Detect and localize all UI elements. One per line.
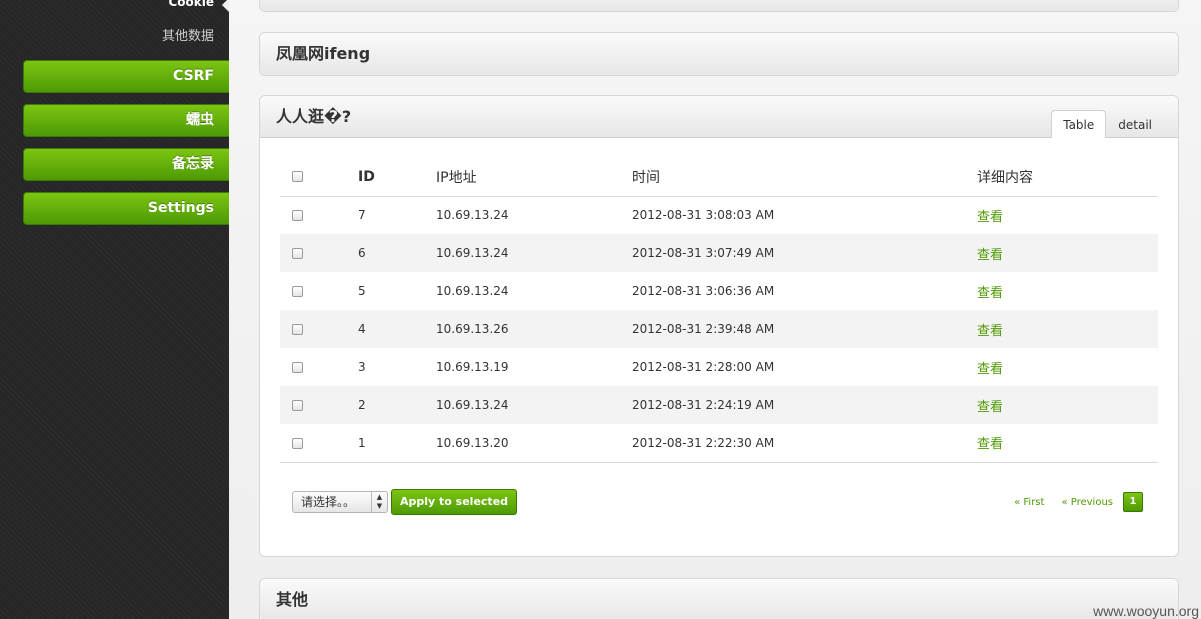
cell-time: 2012-08-31 2:28:00 AM <box>632 360 775 374</box>
cell-ip: 10.69.13.24 <box>436 208 509 223</box>
cell-id: 4 <box>358 310 436 348</box>
cell-ip: 10.69.13.20 <box>436 424 632 463</box>
cell-ip: 10.69.13.24 <box>436 284 509 298</box>
sidebar-button-memo[interactable]: 备忘录 <box>23 148 229 181</box>
sidebar: Cookie 其他数据 CSRF 蠕虫 备忘录 Settings <box>0 0 229 619</box>
cell-time: 2012-08-31 2:39:48 AM <box>632 310 977 348</box>
renren-box-header: 人人逛�? Table detail <box>260 96 1178 138</box>
cell-ip: 10.69.13.24 <box>436 386 632 424</box>
row-checkbox[interactable] <box>292 362 303 373</box>
row-checkbox[interactable] <box>292 286 303 297</box>
view-details-link[interactable]: 查看 <box>977 286 1003 301</box>
row-checkbox[interactable] <box>292 400 303 411</box>
table-row: 7 10.69.13.24 2012-08-31 3:08:03 AM 查看 <box>280 196 1158 234</box>
cell-ip: 10.69.13.24 <box>436 234 632 272</box>
view-details-link[interactable]: 查看 <box>977 437 1003 452</box>
records-table: ID IP地址 时间 详细内容 7 10.69.13.24 2012-08-31 3… <box>280 158 1158 463</box>
row-checkbox[interactable] <box>292 210 303 222</box>
cell-id: 1 <box>358 424 436 463</box>
cell-time: 2012-08-31 3:08:03 AM <box>632 208 775 223</box>
view-details-link[interactable]: 查看 <box>977 324 1003 339</box>
watermark: www.wooyun.org <box>1093 603 1199 619</box>
view-details-link[interactable]: 查看 <box>977 248 1003 263</box>
table-body: 7 10.69.13.24 2012-08-31 3:08:03 AM 查看 6 10.6… <box>280 196 1158 463</box>
column-header-time[interactable]: 时间 <box>632 158 977 197</box>
cell-time: 2012-08-31 3:06:36 AM <box>632 284 775 298</box>
row-checkbox[interactable] <box>292 324 303 335</box>
table-row: 2 10.69.13.24 2012-08-31 2:24:19 AM 查看 <box>280 386 1158 424</box>
pagination-page-current[interactable]: 1 <box>1123 492 1143 512</box>
cell-id: 5 <box>358 284 366 298</box>
sidebar-button-csrf[interactable]: CSRF <box>23 60 229 93</box>
pagination: « First « Previous 1 <box>997 492 1143 512</box>
sidebar-item-cookie[interactable]: Cookie <box>168 0 214 9</box>
tab-table[interactable]: Table <box>1051 110 1107 138</box>
cell-id: 2 <box>358 386 436 424</box>
ifeng-box: 凤凰网ifeng <box>259 32 1179 76</box>
renren-box-title: 人人逛�? <box>276 107 352 126</box>
sidebar-item-other-data[interactable]: 其他数据 <box>162 25 214 44</box>
cell-time: 2012-08-31 2:22:30 AM <box>632 424 977 463</box>
top-box <box>259 0 1179 12</box>
table-header-row: ID IP地址 时间 详细内容 <box>280 158 1158 197</box>
pagination-first[interactable]: « First <box>1014 497 1044 508</box>
view-details-link[interactable]: 查看 <box>977 400 1003 415</box>
other-box: 其他 <box>259 578 1179 619</box>
row-checkbox[interactable] <box>292 248 303 259</box>
pagination-previous[interactable]: « Previous <box>1061 497 1113 508</box>
main-content: 凤凰网ifeng 人人逛�? Table detail ID IP地址 时间 详… <box>229 0 1201 619</box>
table-row: 6 10.69.13.24 2012-08-31 3:07:49 AM 查看 <box>280 234 1158 272</box>
other-box-header[interactable]: 其他 <box>260 579 1178 619</box>
cell-id: 7 <box>358 208 366 223</box>
sidebar-button-worm[interactable]: 蠕虫 <box>23 104 229 137</box>
tab-detail[interactable]: detail <box>1106 110 1164 138</box>
select-arrows-icon: ▲ ▼ <box>371 492 387 512</box>
cell-time: 2012-08-31 2:24:19 AM <box>632 386 977 424</box>
view-details-link[interactable]: 查看 <box>977 210 1003 225</box>
column-header-id[interactable]: ID <box>358 158 436 197</box>
table-row: 1 10.69.13.20 2012-08-31 2:22:30 AM 查看 <box>280 424 1158 463</box>
cell-id: 6 <box>358 234 436 272</box>
sidebar-button-settings[interactable]: Settings <box>23 192 229 225</box>
select-all-checkbox[interactable] <box>292 171 303 183</box>
ifeng-box-header[interactable]: 凤凰网ifeng <box>260 33 1178 75</box>
active-caret-icon <box>222 0 229 12</box>
apply-to-selected-button[interactable]: Apply to selected <box>391 489 518 515</box>
table-row: 4 10.69.13.26 2012-08-31 2:39:48 AM 查看 <box>280 310 1158 348</box>
view-details-link[interactable]: 查看 <box>977 362 1003 377</box>
row-checkbox[interactable] <box>292 437 303 449</box>
column-header-details[interactable]: 详细内容 <box>977 158 1158 197</box>
renren-box: 人人逛�? Table detail ID IP地址 时间 详细内容 7 10.6… <box>259 95 1179 557</box>
cell-ip: 10.69.13.26 <box>436 310 632 348</box>
bulk-action-select-value: 请选择。。 <box>301 495 356 509</box>
tab-bar: Table detail <box>1051 110 1164 138</box>
column-header-ip[interactable]: IP地址 <box>436 158 632 197</box>
cell-time: 2012-08-31 3:07:49 AM <box>632 234 977 272</box>
table-row: 3 10.69.13.19 2012-08-31 2:28:00 AM 查看 <box>280 348 1158 386</box>
table-row: 5 10.69.13.24 2012-08-31 3:06:36 AM 查看 <box>280 272 1158 310</box>
cell-id: 3 <box>358 360 366 374</box>
bulk-action-select[interactable]: 请选择。。 ▲ ▼ <box>292 491 388 513</box>
cell-ip: 10.69.13.19 <box>436 360 509 374</box>
top-box-header[interactable] <box>260 0 1178 11</box>
